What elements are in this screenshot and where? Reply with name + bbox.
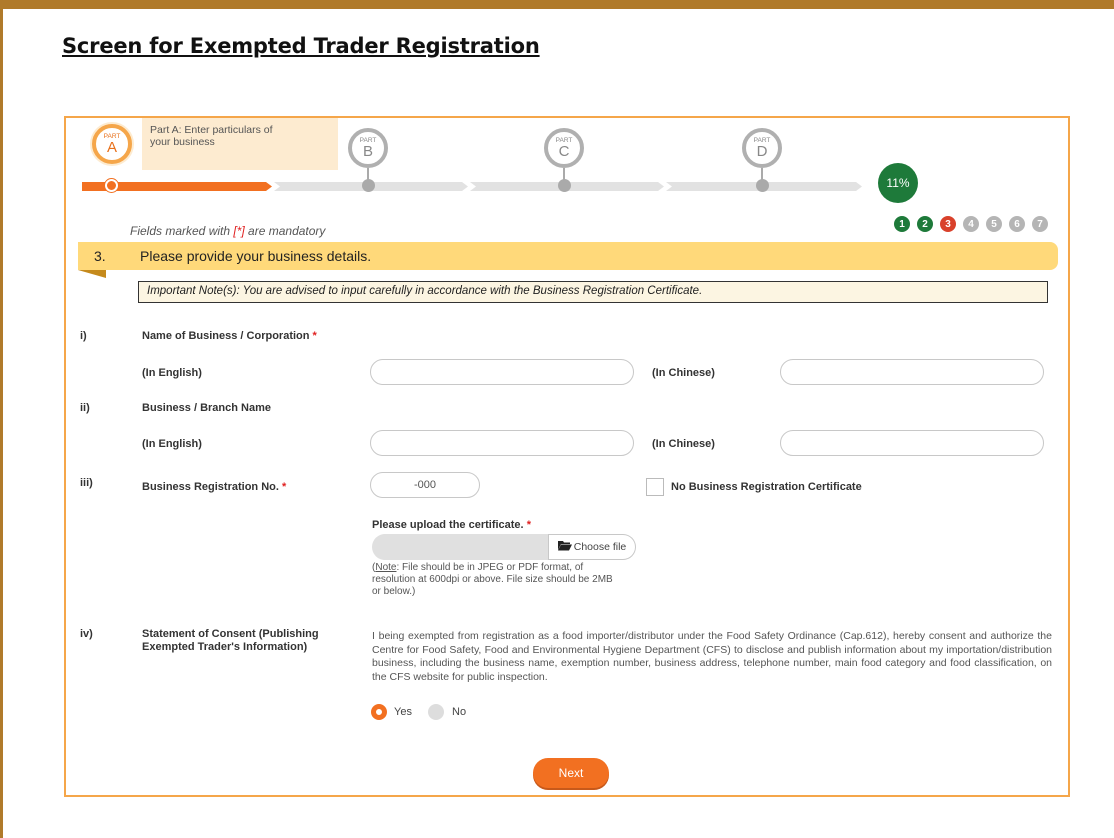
business-name-chinese-input[interactable] xyxy=(780,359,1044,385)
step-5: 5 xyxy=(986,216,1002,232)
section-flap xyxy=(78,270,106,278)
consent-yes-label: Yes xyxy=(394,706,412,718)
business-name-english-input[interactable] xyxy=(370,359,634,385)
part-a-description: Part A: Enter particulars of your busine… xyxy=(150,124,273,148)
step-3[interactable]: 3 xyxy=(940,216,956,232)
certificate-file-field[interactable]: Choose file xyxy=(372,534,636,560)
completion-percent: 11% xyxy=(878,163,918,203)
q1-english-label: (In English) xyxy=(142,367,202,379)
step-1[interactable]: 1 xyxy=(894,216,910,232)
q2-chinese-label: (In Chinese) xyxy=(652,438,715,450)
no-br-certificate-checkbox[interactable] xyxy=(646,478,664,496)
registration-form: Part A: Enter particulars of your busine… xyxy=(64,116,1070,797)
mandatory-note: Fields marked with [*] are mandatory xyxy=(130,224,326,238)
q2-number: ii) xyxy=(80,402,90,414)
step-7: 7 xyxy=(1032,216,1048,232)
consent-no-radio[interactable] xyxy=(428,704,444,720)
step-4: 4 xyxy=(963,216,979,232)
business-registration-no-input[interactable] xyxy=(370,472,480,498)
part-b-indicator[interactable]: PART B xyxy=(348,128,388,168)
q1-chinese-label: (In Chinese) xyxy=(652,367,715,379)
upload-label: Please upload the certificate. * xyxy=(372,519,531,531)
next-button[interactable]: Next xyxy=(533,758,609,788)
q3-label: Business Registration No. * xyxy=(142,481,287,493)
upload-note: (Note: File should be in JPEG or PDF for… xyxy=(372,562,613,597)
choose-file-label: Choose file xyxy=(573,541,627,553)
part-c-indicator[interactable]: PART C xyxy=(544,128,584,168)
important-note: Important Note(s): You are advised to in… xyxy=(138,281,1048,303)
q3-number: iii) xyxy=(80,477,93,489)
section-header: 3. Please provide your business details. xyxy=(78,242,1058,270)
step-6: 6 xyxy=(1009,216,1025,232)
no-br-certificate-label: No Business Registration Certificate xyxy=(671,481,862,493)
part-a-marker xyxy=(105,179,118,192)
branch-name-english-input[interactable] xyxy=(370,430,634,456)
q1-label: Name of Business / Corporation * xyxy=(142,330,317,342)
consent-statement: I being exempted from registration as a … xyxy=(372,630,1052,683)
consent-no-label: No xyxy=(452,706,467,718)
folder-open-icon xyxy=(557,540,572,554)
part-c-marker xyxy=(558,179,571,192)
q4-number: iv) xyxy=(80,628,93,640)
q4-label: Statement of Consent (Publishing Exempte… xyxy=(142,628,319,653)
q2-english-label: (In English) xyxy=(142,438,202,450)
q2-label: Business / Branch Name xyxy=(142,402,271,414)
part-a-indicator[interactable]: PART A xyxy=(92,124,132,164)
choose-file-button[interactable]: Choose file xyxy=(548,534,636,560)
part-b-marker xyxy=(362,179,375,192)
section-number: 3. xyxy=(94,248,106,264)
step-2[interactable]: 2 xyxy=(917,216,933,232)
section-title: Please provide your business details. xyxy=(140,248,372,264)
branch-name-chinese-input[interactable] xyxy=(780,430,1044,456)
page-title: Screen for Exempted Trader Registration xyxy=(62,34,540,58)
consent-yes-radio[interactable] xyxy=(371,704,387,720)
q1-number: i) xyxy=(80,330,87,342)
step-indicators: 1 2 3 4 5 6 7 xyxy=(894,216,1048,232)
part-d-marker xyxy=(756,179,769,192)
part-d-indicator[interactable]: PART D xyxy=(742,128,782,168)
